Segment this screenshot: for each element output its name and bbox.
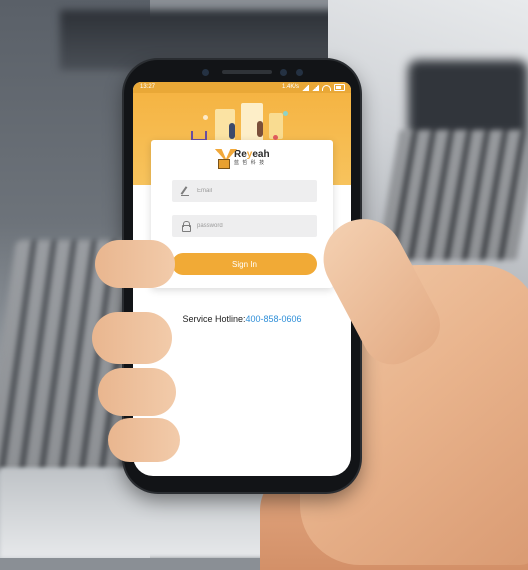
logo-text: Reyeah 蓝 哲 科 技 [234,150,270,166]
lock-icon [181,221,191,232]
brand-name-part: Re [234,149,247,160]
illustration-dot [283,111,288,116]
status-time: 13:27 [140,84,156,90]
brand-subtitle: 蓝 哲 科 技 [234,160,266,166]
password-input[interactable] [197,223,307,229]
email-input[interactable] [197,188,307,194]
sign-in-button[interactable]: Sign In [172,253,317,275]
signal-icon [312,84,319,91]
brand-name: Reyeah [234,150,270,160]
illustration-dot [203,115,208,120]
illustration-person [257,121,263,137]
wifi-icon [322,84,331,91]
background-object [408,60,528,140]
hand-finger [98,368,176,416]
battery-icon [334,84,345,91]
network-speed: 1.4K/s [281,84,299,90]
sensor-icon [296,69,303,76]
email-field[interactable] [172,180,317,202]
phone-speaker [222,70,272,74]
hand-finger [92,312,172,364]
hand-finger [95,240,175,288]
password-field[interactable] [172,215,317,237]
status-indicators: 1.4K/s [282,82,345,93]
status-bar: 13:27 1.4K/s [133,82,351,93]
login-card: Reyeah 蓝 哲 科 技 Sign In [151,140,333,288]
pen-icon [181,186,191,196]
brand-name-part: eah [252,149,270,160]
logo-mark-icon [215,149,237,169]
signal-icon [302,84,309,91]
hotline-number-link[interactable]: 400-858-0606 [245,314,301,324]
hotline-label: Service Hotline: [182,314,246,324]
illustration-person [229,123,235,139]
hand-finger [108,418,180,462]
sensor-icon [280,69,287,76]
camera-icon [202,69,209,76]
brand-logo: Reyeah 蓝 哲 科 技 [215,147,270,169]
